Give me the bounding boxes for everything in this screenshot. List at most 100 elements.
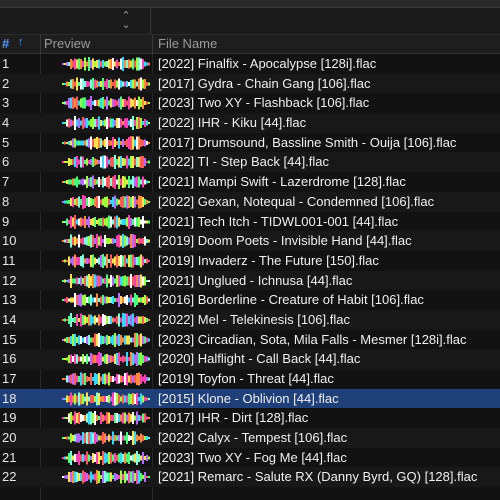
row-number: 4 [2,115,10,131]
row-number: 13 [2,292,17,308]
column-divider[interactable] [40,35,41,53]
waveform-preview[interactable] [62,96,152,111]
waveform-preview[interactable] [62,352,152,367]
waveform-preview[interactable] [62,57,152,71]
waveform-preview[interactable] [62,411,152,426]
table-row[interactable]: 20 [2022] Calyx - Tempest [106].flac [0,428,500,448]
table-header: # ↑ Preview File Name [0,35,500,54]
row-number: 10 [2,233,17,249]
waveform-preview[interactable] [62,175,152,190]
file-name: [2023] Two XY - Flashback [106].flac [158,95,370,111]
waveform-preview[interactable] [62,155,152,170]
column-divider[interactable] [152,35,153,53]
waveform-preview[interactable] [62,77,152,91]
toolbar: ⌃ ⌄ [0,8,500,35]
waveform-preview[interactable] [62,214,152,229]
waveform-preview[interactable] [62,392,152,406]
table-row[interactable]: 3 [2023] Two XY - Flashback [106].flac [0,93,500,113]
file-name: [2019] Doom Poets - Invisible Hand [44].… [158,233,412,249]
table-row[interactable]: 2 [2017] Gydra - Chain Gang [106].flac [0,73,500,94]
table-row[interactable]: 8 [2022] Gexan, Notequal - Condemned [106… [0,191,500,212]
file-name: [2016] Borderline - Creature of Habit [1… [158,292,424,308]
row-number: 7 [2,174,10,190]
table-row[interactable]: 22 [2021] Remarc - Salute RX (Danny Byrd,… [0,467,500,488]
file-name: [2021] Unglued - Ichnusa [44].flac [158,272,353,288]
row-number: 15 [2,331,17,347]
row-number: 19 [2,410,17,426]
table-row[interactable]: 10 [2019] Doom Poets - Invisible Hand [44… [0,231,500,251]
file-name: [2023] Circadian, Sota, Mila Falls - Mes… [158,331,467,347]
table-row[interactable]: 1 [2022] Finalfix - Apocalypse [128i].fla… [0,54,500,74]
sort-ascending-icon[interactable]: ↑ [18,36,24,48]
row-number: 2 [2,75,10,91]
file-name: [2021] Tech Itch - TIDWL001-001 [44].fla… [158,213,399,229]
table-row[interactable]: 14 [2022] Mel - Telekinesis [106].flac [0,309,500,330]
column-header-number[interactable]: # [2,36,9,51]
waveform-preview[interactable] [62,470,152,485]
sort-selector[interactable]: ⌃ ⌄ [0,8,151,34]
waveform-preview[interactable] [62,372,152,386]
column-header-file-name[interactable]: File Name [158,36,217,51]
table-row[interactable]: 13 [2016] Borderline - Creature of Habit … [0,290,500,310]
row-number: 5 [2,134,10,150]
waveform-preview[interactable] [62,273,152,288]
file-name: [2019] Toyfon - Threat [44].flac [158,371,334,386]
waveform-preview[interactable] [62,293,152,308]
waveform-preview[interactable] [62,116,152,131]
row-number: 20 [2,430,17,446]
waveform-preview[interactable] [62,234,152,249]
table-row[interactable]: 11 [2019] Invaderz - The Future [150].fla… [0,251,500,271]
waveform-preview[interactable] [62,312,152,327]
row-number: 3 [2,95,10,111]
file-name: [2020] Halflight - Call Back [44].flac [158,351,361,367]
file-name: [2019] Invaderz - The Future [150].flac [158,252,379,268]
file-name: [2017] Gydra - Chain Gang [106].flac [158,75,371,91]
waveform-preview[interactable] [62,431,152,446]
row-number: 17 [2,371,17,386]
file-name: [2021] Mampi Swift - Lazerdrome [128].fl… [158,174,406,190]
file-name: [2022] Mel - Telekinesis [106].flac [158,311,350,327]
file-name: [2022] Finalfix - Apocalypse [128i].flac [158,56,377,71]
window-top-bar [0,0,500,8]
row-number: 21 [2,449,17,465]
waveform-preview[interactable] [62,194,152,209]
row-number: 8 [2,193,10,209]
waveform-preview[interactable] [62,450,152,465]
row-number: 14 [2,311,17,327]
column-header-preview[interactable]: Preview [44,36,90,51]
table-row[interactable]: 5 [2017] Drumsound, Bassline Smith - Ouij… [0,133,500,153]
file-name: [2022] IHR - Kiku [44].flac [158,115,307,131]
table-row[interactable]: 7 [2021] Mampi Swift - Lazerdrome [128].f… [0,172,500,192]
waveform-preview[interactable] [62,332,152,347]
file-name: [2017] Drumsound, Bassline Smith - Ouija… [158,134,457,150]
sort-toggle-icon[interactable]: ⌃ ⌄ [117,11,135,31]
table-row[interactable]: 15 [2023] Circadian, Sota, Mila Falls - M… [0,330,500,350]
file-name: [2022] Gexan, Notequal - Condemned [106]… [158,193,435,209]
waveform-preview[interactable] [62,135,152,150]
file-name: [2017] IHR - Dirt [128].flac [158,410,309,426]
row-number: 12 [2,272,17,288]
row-number: 18 [2,390,17,406]
table-row[interactable]: 4 [2022] IHR - Kiku [44].flac [0,113,500,133]
table-row[interactable]: 21 [2023] Two XY - Fog Me [44].flac [0,448,500,468]
table-row[interactable]: 9 [2021] Tech Itch - TIDWL001-001 [44].fl… [0,212,500,232]
table-row[interactable]: 18 [2015] Klone - Oblivion [44].flac [0,388,500,409]
file-list: 1 [2022] Finalfix - Apocalypse [128i].fla… [0,54,500,488]
waveform-preview[interactable] [62,253,152,268]
table-row[interactable]: 19 [2017] IHR - Dirt [128].flac [0,408,500,428]
file-name: [2021] Remarc - Salute RX (Danny Byrd, G… [158,469,478,485]
row-number: 6 [2,154,10,170]
row-number: 9 [2,213,10,229]
row-number: 16 [2,351,17,367]
file-name: [2015] Klone - Oblivion [44].flac [158,390,339,406]
file-name: [2023] Two XY - Fog Me [44].flac [158,449,347,465]
row-number: 1 [2,56,10,71]
row-number: 11 [2,252,16,268]
row-number: 22 [2,469,17,485]
table-row[interactable]: 17 [2019] Toyfon - Threat [44].flac [0,369,500,389]
table-row[interactable]: 6 [2022] TI - Step Back [44].flac [0,152,500,173]
file-name: [2022] Calyx - Tempest [106].flac [158,430,348,446]
table-row[interactable]: 16 [2020] Halflight - Call Back [44].flac [0,349,500,369]
table-row[interactable]: 12 [2021] Unglued - Ichnusa [44].flac [0,270,500,291]
file-name: [2022] TI - Step Back [44].flac [158,154,330,170]
